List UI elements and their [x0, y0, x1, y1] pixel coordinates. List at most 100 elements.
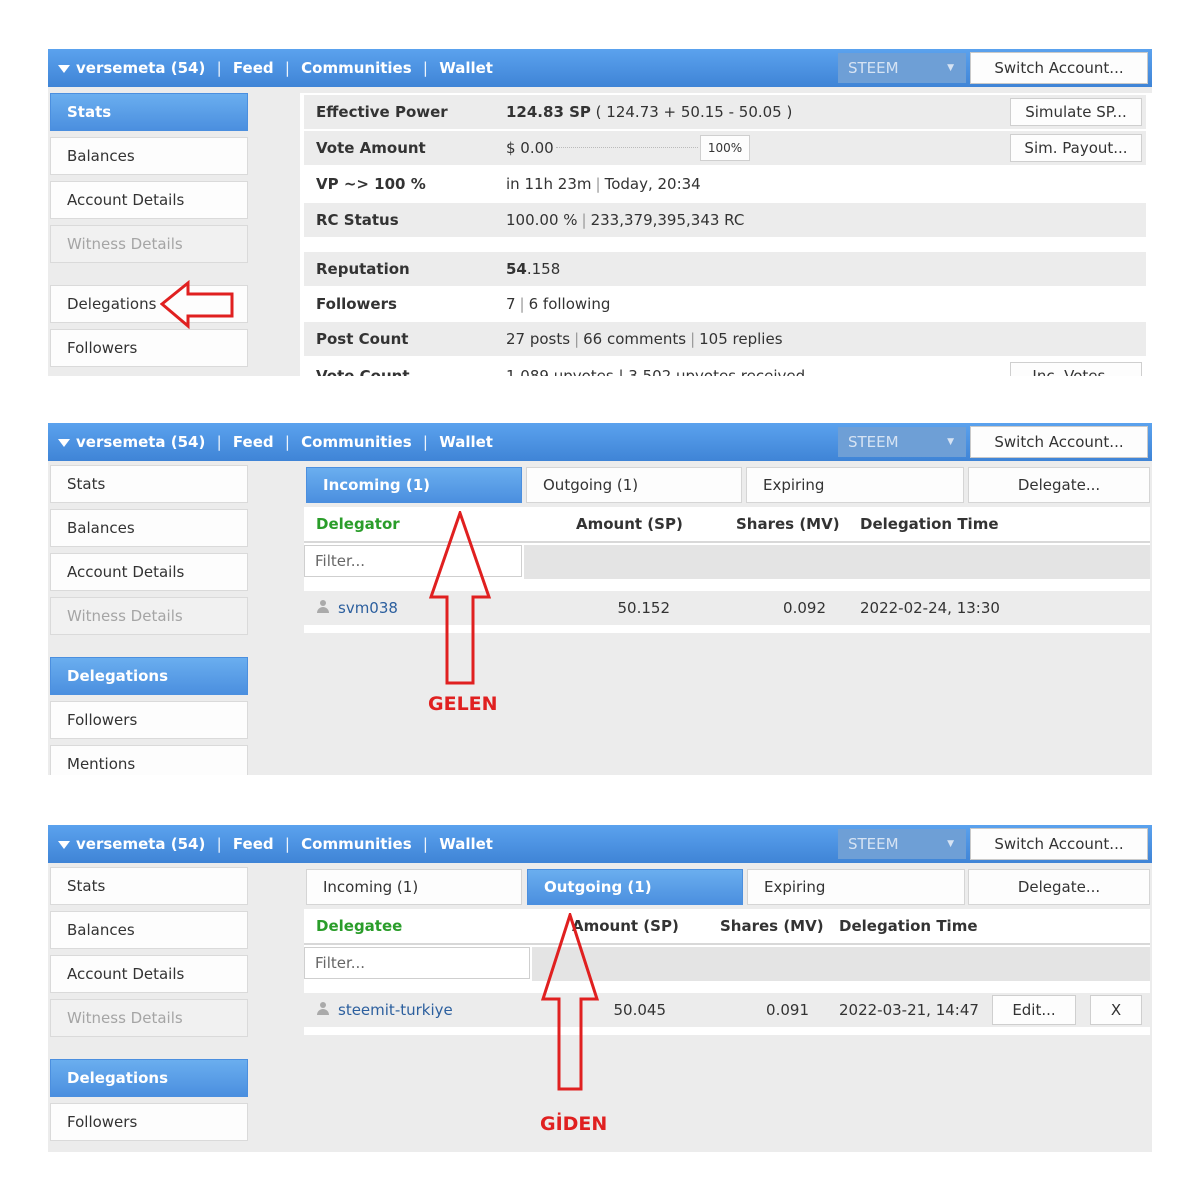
delegate-button[interactable]: Delegate...	[968, 869, 1150, 905]
delegatee-cell: steemit-turkiye	[316, 993, 453, 1027]
tab-incoming[interactable]: Incoming (1)	[306, 869, 522, 905]
nav-feed[interactable]: Feed	[233, 433, 274, 451]
sidebar-item-stats[interactable]: Stats	[50, 465, 248, 503]
edit-delegation-button[interactable]: Edit...	[992, 995, 1076, 1025]
caret-down-icon[interactable]	[58, 64, 70, 73]
simulate-sp-button[interactable]: Simulate SP...	[1010, 98, 1142, 126]
switch-account-button[interactable]: Switch Account...	[970, 426, 1148, 458]
nav-feed[interactable]: Feed	[233, 835, 274, 853]
rc-amount: 233,379,395,343 RC	[590, 211, 745, 229]
sidebar-item-balances[interactable]: Balances	[50, 509, 248, 547]
sidebar-item-account-details[interactable]: Account Details	[50, 181, 248, 219]
separator: |	[216, 59, 222, 77]
nav-communities[interactable]: Communities	[301, 433, 412, 451]
header-divider	[304, 943, 1150, 945]
col-delegation-time[interactable]: Delegation Time	[839, 917, 978, 935]
nav-wallet[interactable]: Wallet	[439, 59, 493, 77]
top-navbar: versemeta (54) | Feed | Communities | Wa…	[48, 49, 1152, 87]
col-delegatee[interactable]: Delegatee	[316, 917, 402, 935]
nav-communities[interactable]: Communities	[301, 835, 412, 853]
col-shares[interactable]: Shares (MV)	[736, 515, 840, 533]
inc-votes-button[interactable]: Inc. Votes...	[1010, 362, 1142, 376]
reputation-label: Reputation	[316, 260, 410, 278]
vp-time: Today, 20:34	[604, 175, 701, 193]
switch-account-button[interactable]: Switch Account...	[970, 52, 1148, 84]
account-menu[interactable]: versemeta (54)	[76, 835, 205, 853]
sidebar-item-stats[interactable]: Stats	[50, 93, 248, 131]
table-row: Vote Count 1,089 upvotes | 3,502 upvotes…	[304, 359, 1146, 376]
filter-row-bg	[524, 545, 1150, 579]
nav-wallet[interactable]: Wallet	[439, 433, 493, 451]
shares-cell: 0.092	[783, 599, 826, 617]
delegatee-link[interactable]: steemit-turkiye	[338, 1001, 453, 1019]
sidebar-item-balances[interactable]: Balances	[50, 911, 248, 949]
sidebar-item-account-details[interactable]: Account Details	[50, 553, 248, 591]
account-menu[interactable]: versemeta (54)	[76, 433, 205, 451]
col-delegation-time[interactable]: Delegation Time	[860, 515, 999, 533]
sidebar-item-delegations[interactable]: Delegations	[50, 657, 248, 695]
post-count-label: Post Count	[316, 330, 409, 348]
stats-panel: versemeta (54) | Feed | Communities | Wa…	[48, 49, 1152, 376]
effective-power-label: Effective Power	[316, 103, 448, 121]
sidebar-item-followers[interactable]: Followers	[50, 1103, 248, 1141]
vote-amount-value: $ 0.00	[506, 139, 554, 157]
sidebar-item-followers[interactable]: Followers	[50, 329, 248, 367]
delegations-content: Incoming (1) Outgoing (1) Expiring Deleg…	[300, 863, 1152, 1152]
separator: |	[284, 433, 290, 451]
sim-payout-button[interactable]: Sim. Payout...	[1010, 134, 1142, 162]
reputation-value: 54.158	[506, 252, 560, 286]
delegate-button[interactable]: Delegate...	[968, 467, 1150, 503]
currency-select[interactable]: STEEM ▼	[838, 427, 966, 457]
table-row: Effective Power 124.83 SP ( 124.73 + 50.…	[304, 95, 1146, 129]
sidebar-item-delegations[interactable]: Delegations	[50, 1059, 248, 1097]
sidebar-item-followers[interactable]: Followers	[50, 701, 248, 739]
separator: |	[284, 835, 290, 853]
col-amount[interactable]: Amount (SP)	[576, 515, 683, 533]
switch-account-button[interactable]: Switch Account...	[970, 828, 1148, 860]
separator: |	[216, 433, 222, 451]
caret-down-icon[interactable]	[58, 438, 70, 447]
caret-down-icon[interactable]	[58, 840, 70, 849]
vp-remaining: in 11h 23m	[506, 175, 592, 193]
col-shares[interactable]: Shares (MV)	[720, 917, 824, 935]
table-row: Vote Amount $ 0.00 100% Sim. Payout...	[304, 131, 1146, 165]
followers-label: Followers	[316, 295, 397, 313]
up-arrow-annotation	[540, 913, 600, 1091]
followers-count[interactable]: 7	[506, 295, 516, 313]
rc-percent: 100.00 %	[506, 211, 578, 229]
col-delegator[interactable]: Delegator	[316, 515, 400, 533]
tab-incoming[interactable]: Incoming (1)	[306, 467, 522, 503]
effective-power-sp: 124.83 SP	[506, 103, 591, 121]
vote-percent-field[interactable]: 100%	[700, 135, 750, 161]
table-row: Reputation 54.158	[304, 252, 1146, 286]
sidebar-item-account-details[interactable]: Account Details	[50, 955, 248, 993]
vote-slider-track[interactable]	[556, 147, 698, 148]
tab-expiring[interactable]: Expiring	[746, 467, 964, 503]
posts-count: 27 posts	[506, 330, 571, 348]
sidebar-item-witness-details: Witness Details	[50, 597, 248, 635]
nav-communities[interactable]: Communities	[301, 59, 412, 77]
sidebar-item-balances[interactable]: Balances	[50, 137, 248, 175]
giden-label: GİDEN	[540, 1113, 608, 1135]
following-count[interactable]: 6 following	[529, 295, 611, 313]
account-menu[interactable]: versemeta (54)	[76, 59, 205, 77]
sidebar-item-stats[interactable]: Stats	[50, 867, 248, 905]
currency-select[interactable]: STEEM ▼	[838, 829, 966, 859]
sidebar-item-mentions[interactable]: Mentions	[50, 745, 248, 775]
tab-outgoing[interactable]: Outgoing (1)	[527, 869, 743, 905]
currency-select[interactable]: STEEM ▼	[838, 53, 966, 83]
gelen-label: GELEN	[428, 693, 498, 715]
shares-cell: 0.091	[766, 1001, 809, 1019]
tab-expiring[interactable]: Expiring	[747, 869, 965, 905]
nav-wallet[interactable]: Wallet	[439, 835, 493, 853]
remove-delegation-button[interactable]: X	[1090, 995, 1142, 1025]
outgoing-delegations-panel: versemeta (54) | Feed | Communities | Wa…	[48, 825, 1152, 1152]
tab-outgoing[interactable]: Outgoing (1)	[526, 467, 742, 503]
nav-feed[interactable]: Feed	[233, 59, 274, 77]
filter-input[interactable]: Filter...	[304, 947, 530, 979]
delegator-link[interactable]: svm038	[338, 599, 398, 617]
delegator-cell: svm038	[316, 591, 398, 625]
followers-value: 7 | 6 following	[506, 295, 611, 313]
time-cell: 2022-03-21, 14:47	[839, 1001, 979, 1019]
amount-cell: 50.152	[617, 599, 671, 617]
